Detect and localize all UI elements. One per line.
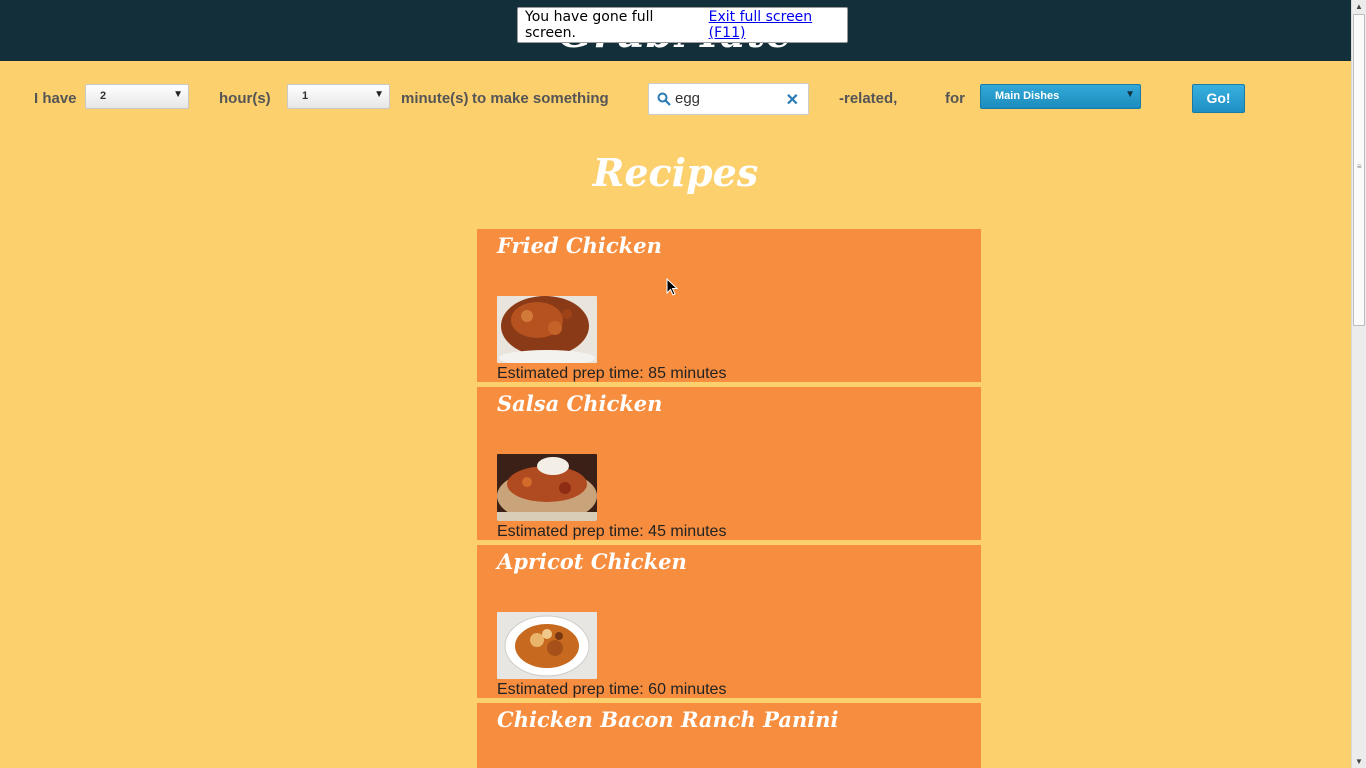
scroll-up-icon[interactable]: ▲	[1355, 2, 1363, 11]
scrollbar-thumb[interactable]: ≡	[1353, 14, 1365, 326]
to-make-label: to make something	[472, 90, 609, 107]
fullscreen-notice: You have gone full screen. Exit full scr…	[517, 7, 848, 43]
related-label: -related,	[839, 90, 898, 107]
category-value: Main Dishes	[995, 90, 1060, 102]
hours-value: 2	[100, 90, 107, 102]
for-label: for	[945, 90, 965, 107]
grip-icon: ≡	[1357, 162, 1362, 171]
minutes-select[interactable]: 1 ▼	[287, 84, 390, 109]
search-icon	[657, 92, 671, 106]
dropdown-arrow-icon: ▼	[1125, 89, 1135, 100]
i-have-label: I have	[34, 90, 77, 107]
recipe-title[interactable]: Salsa Chicken	[497, 391, 662, 416]
prep-time: Estimated prep time: 45 minutes	[497, 523, 727, 540]
scroll-down-icon[interactable]: ▼	[1355, 757, 1363, 766]
go-button[interactable]: Go!	[1192, 84, 1245, 113]
dropdown-arrow-icon: ▼	[173, 89, 183, 100]
minutes-label: minute(s)	[401, 90, 469, 107]
fullscreen-message: You have gone full screen.	[525, 9, 654, 41]
search-input[interactable]	[675, 90, 785, 107]
recipe-thumbnail[interactable]	[497, 454, 597, 521]
recipe-title[interactable]: Chicken Bacon Ranch Panini	[497, 707, 838, 732]
page-scrollbar[interactable]: ▲ ≡ ▼	[1351, 0, 1366, 768]
recipe-card-chicken-bacon-ranch-panini[interactable]: Chicken Bacon Ranch Panini	[477, 703, 981, 768]
ingredient-search[interactable]: ✕	[648, 83, 809, 115]
prep-time: Estimated prep time: 85 minutes	[497, 365, 727, 382]
mouse-cursor-icon	[666, 278, 678, 296]
section-heading: Recipes	[592, 150, 759, 195]
recipe-title[interactable]: Fried Chicken	[497, 233, 662, 258]
recipe-thumbnail[interactable]	[497, 296, 597, 363]
recipe-thumbnail[interactable]	[497, 612, 597, 679]
hours-select[interactable]: 2 ▼	[85, 84, 189, 109]
minutes-value: 1	[302, 90, 309, 102]
recipe-title[interactable]: Apricot Chicken	[497, 549, 687, 574]
recipe-card-apricot-chicken[interactable]: Apricot Chicken Estimated prep time: 60 …	[477, 545, 981, 698]
recipe-card-fried-chicken[interactable]: Fried Chicken Estimated prep time: 85 mi…	[477, 229, 981, 382]
hours-label: hour(s)	[219, 90, 271, 107]
exit-fullscreen-link[interactable]: Exit full screen (F11)	[709, 9, 847, 41]
recipe-card-salsa-chicken[interactable]: Salsa Chicken Estimated prep time: 45 mi…	[477, 387, 981, 540]
clear-search-icon[interactable]: ✕	[786, 90, 799, 110]
dropdown-arrow-icon: ▼	[374, 89, 384, 100]
category-select[interactable]: Main Dishes ▼	[980, 84, 1141, 109]
prep-time: Estimated prep time: 60 minutes	[497, 681, 727, 698]
